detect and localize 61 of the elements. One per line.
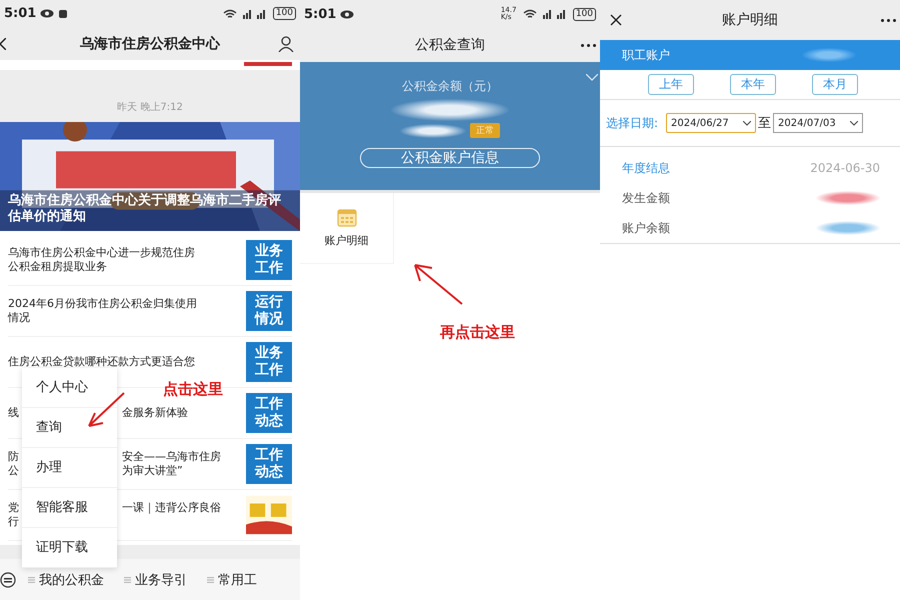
eye-icon (340, 10, 354, 18)
close-icon[interactable] (610, 14, 622, 26)
article-title-fragment[interactable]: 金服务新体验 (116, 406, 188, 420)
article-title-fragment[interactable]: 线 (8, 406, 22, 420)
menu-item[interactable]: 查询 (22, 408, 117, 448)
menu-tile[interactable]: 账户明细 (300, 193, 394, 264)
annotation-text: 再点击这里 (440, 323, 515, 342)
menu-item[interactable]: 智能客服 (22, 488, 117, 528)
article-title[interactable]: 住房公积金贷款哪种还款方式更适合您 (8, 355, 240, 370)
row-label: 年度结息 (622, 160, 670, 176)
menu-item[interactable]: 办理 (22, 448, 117, 488)
user-icon[interactable] (278, 36, 294, 52)
date-select[interactable]: 2024/06/27 (666, 113, 756, 133)
date-select[interactable]: 2024/07/03 (773, 113, 864, 133)
bottom-nav-tab[interactable]: 常用工 (199, 570, 265, 589)
status-time: 5:01 (304, 6, 336, 22)
article-title-fragment[interactable]: 党 行 (8, 501, 22, 530)
message-timestamp: 昨天 晚上7:12 (117, 100, 183, 114)
wifi-icon (522, 9, 537, 19)
keyboard-icon[interactable] (0, 572, 16, 588)
article-title-fragment[interactable]: 安全——乌海市住房 为审大讲堂” (116, 450, 221, 478)
chevron-down-icon (850, 120, 858, 126)
article-title-fragment[interactable]: 一课｜违背公序良俗 (116, 501, 221, 530)
bottom-nav-tab[interactable]: 我的公积金 (20, 570, 112, 589)
annotation-arrow (412, 262, 464, 306)
category-tag: 业务工作 (246, 342, 292, 382)
row-value: 2024-06-30 (810, 161, 880, 175)
menu-icon (28, 576, 35, 583)
status-time: 5:01 (4, 6, 36, 22)
calendar-icon (336, 208, 356, 226)
page-title: 公积金查询 (415, 36, 485, 54)
menu-icon (124, 576, 131, 583)
category-tag: 工作动态 (246, 444, 292, 484)
menu-icon (207, 576, 214, 583)
chevron-down-icon (743, 120, 752, 126)
page-title: 账户明细 (722, 11, 778, 29)
chevron-down-icon[interactable] (586, 74, 598, 81)
date-label: 选择日期: (606, 114, 658, 132)
article-title[interactable]: 2024年6月份我市住房公积金归集使用 情况 (8, 297, 240, 326)
balance-label: 公积金余额（元） (402, 78, 498, 95)
row-label: 发生金额 (622, 190, 670, 206)
menu-item[interactable]: 证明下载 (22, 528, 117, 568)
status-badge: 正常 (470, 123, 500, 138)
eye-icon (40, 9, 54, 18)
page-title: 乌海市住房公积金中心 (80, 34, 220, 53)
battery-indicator: 100 (572, 8, 596, 20)
menu-item[interactable]: 个人中心 (22, 368, 117, 408)
bottom-nav-tab[interactable]: 业务导引 (116, 570, 195, 589)
account-label: 职工账户 (622, 46, 670, 64)
account-info-button[interactable]: 公积金账户信息 (360, 148, 540, 168)
category-tag: 业务工作 (246, 240, 292, 280)
category-tag: 工作动态 (246, 393, 292, 434)
row-label: 账户余额 (622, 220, 670, 236)
back-icon[interactable] (0, 38, 6, 50)
article-title[interactable]: 乌海市住房公积金中心进一步规范住房 公积金租房提取业务 (8, 246, 240, 274)
wifi-icon (222, 8, 237, 19)
article-title-fragment[interactable]: 防 公 (8, 450, 22, 478)
date-separator: 至 (758, 115, 772, 132)
battery-indicator: 100 (272, 7, 296, 20)
category-tag: 运行情况 (246, 291, 292, 332)
annotation-text: 点击这里 (163, 380, 223, 399)
